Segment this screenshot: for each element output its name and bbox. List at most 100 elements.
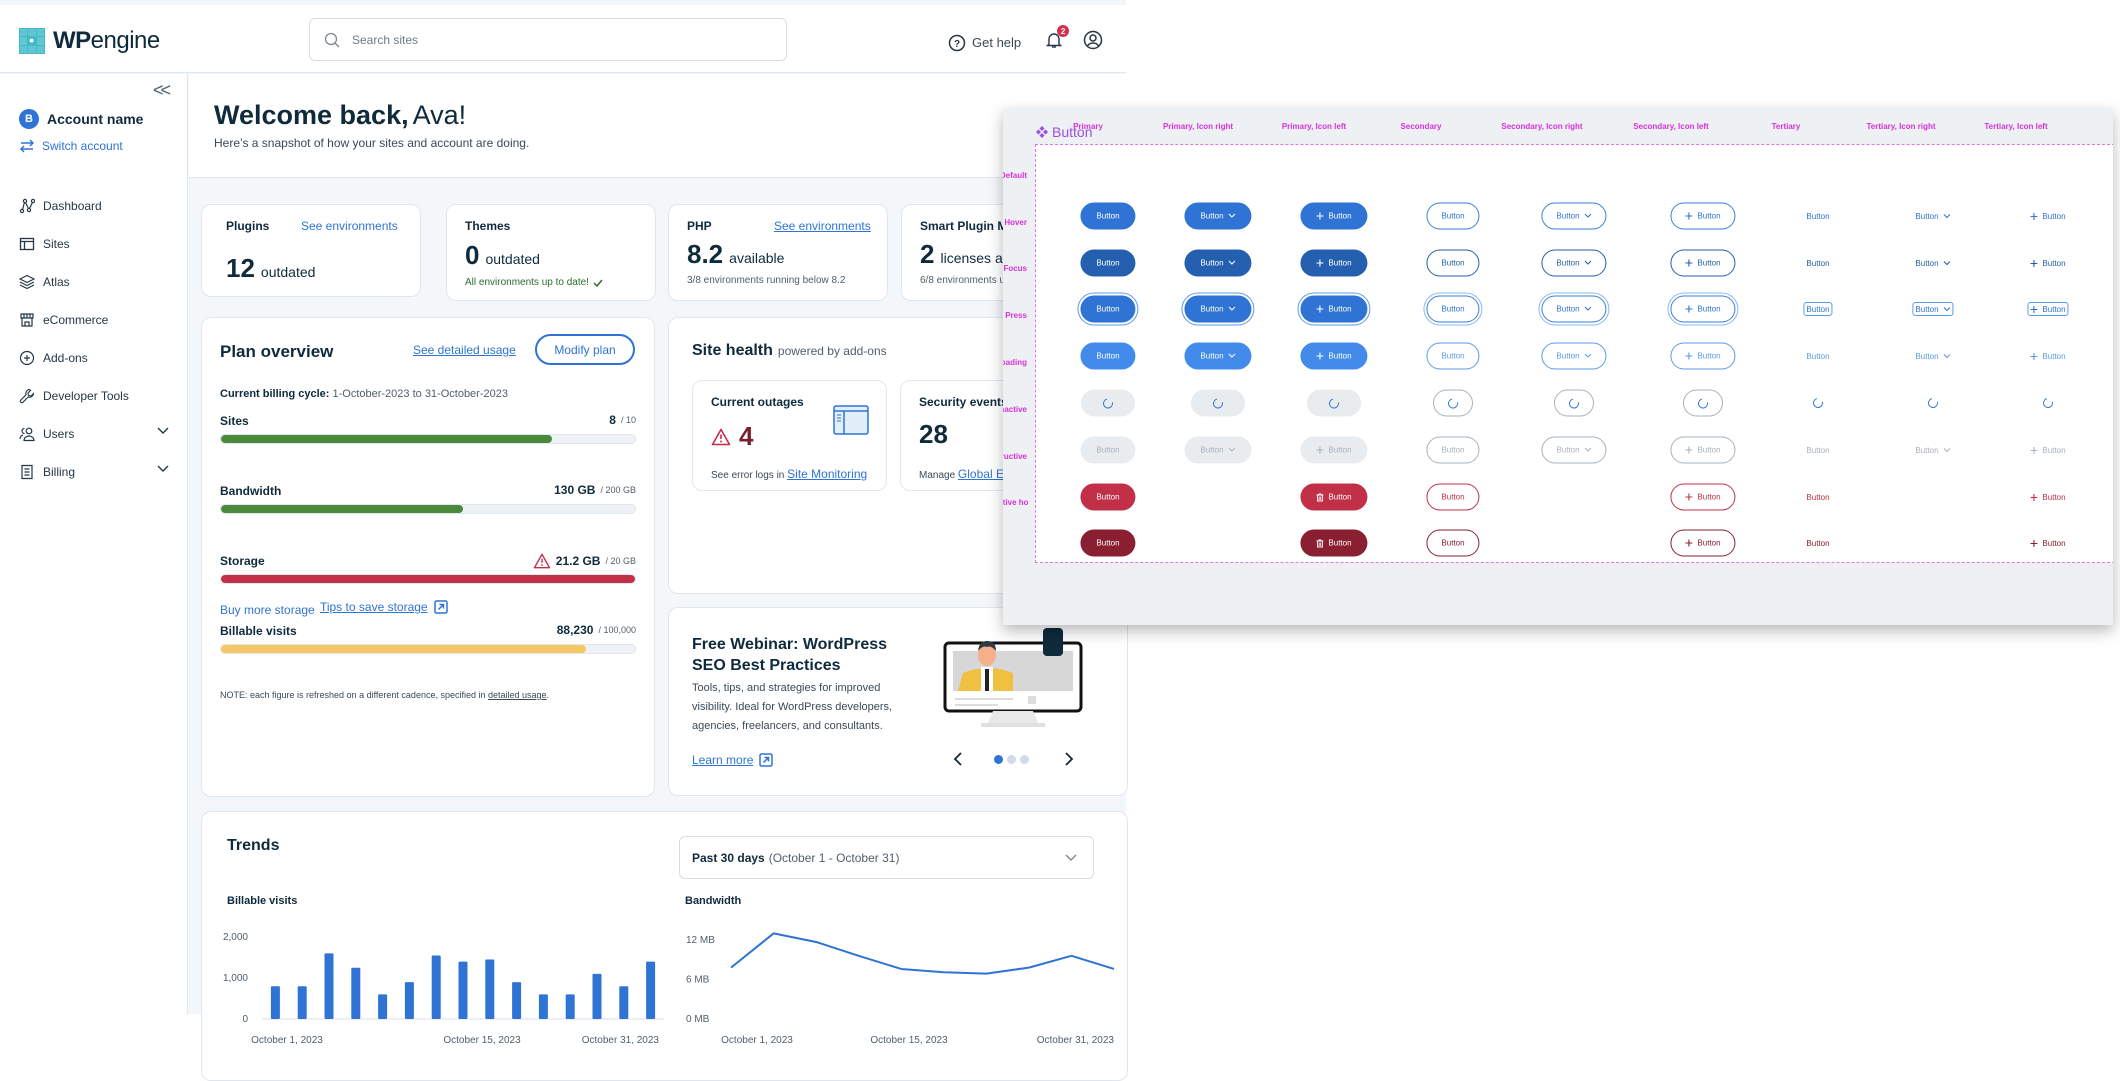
- tips-save-storage-link[interactable]: Tips to save storage: [320, 600, 448, 614]
- sample-button-tertiary-default[interactable]: Button: [1804, 209, 1831, 223]
- collapse-sidebar-button[interactable]: <<: [153, 80, 168, 101]
- sample-button-tertiary-hover[interactable]: Button: [1804, 256, 1831, 270]
- plugins-see-environments-link[interactable]: See environments: [301, 219, 398, 233]
- sample-button-primary-destructive-hover[interactable]: Button: [1080, 530, 1135, 557]
- sample-button-tertiary-icon-left-default[interactable]: Button: [2028, 209, 2067, 223]
- sample-button-tertiary-icon-right-press[interactable]: Button: [1913, 349, 1952, 363]
- sidebar-item-developer-tools[interactable]: Developer Tools: [19, 377, 169, 415]
- sample-button-tertiary-focus[interactable]: Button: [1803, 302, 1832, 316]
- sample-button-secondary-icon-right-hover[interactable]: Button: [1541, 250, 1606, 277]
- sample-button-secondary-icon-left-destructive[interactable]: Button: [1670, 484, 1735, 511]
- sample-button-primary-icon-left-loading[interactable]: [1307, 390, 1361, 417]
- sample-button-secondary-icon-right-press[interactable]: Button: [1541, 343, 1606, 370]
- webinar-learn-more-link[interactable]: Learn more: [692, 753, 773, 767]
- search-sites-field[interactable]: [309, 18, 787, 61]
- sample-button-secondary-destructive-hover[interactable]: Button: [1426, 530, 1479, 557]
- sample-button-primary-inactive[interactable]: Button: [1080, 437, 1135, 464]
- sample-button-secondary-icon-left-default[interactable]: Button: [1670, 203, 1735, 230]
- switch-account-link[interactable]: Switch account: [19, 139, 123, 153]
- sample-button-secondary-icon-right-loading[interactable]: [1554, 390, 1594, 417]
- carousel-dot[interactable]: [1007, 755, 1016, 764]
- sample-button-primary-loading[interactable]: [1081, 390, 1135, 417]
- sample-button-tertiary-icon-right-loading[interactable]: [1926, 396, 1940, 410]
- sidebar-item-sites[interactable]: Sites: [19, 225, 169, 263]
- sample-button-secondary-press[interactable]: Button: [1426, 343, 1479, 370]
- sample-button-primary-icon-right-focus[interactable]: Button: [1184, 296, 1251, 323]
- sample-button-tertiary-icon-right-hover[interactable]: Button: [1913, 256, 1952, 270]
- sample-button-secondary-icon-left-hover[interactable]: Button: [1670, 250, 1735, 277]
- sample-button-secondary-inactive[interactable]: Button: [1426, 437, 1479, 464]
- sample-button-secondary-icon-left-inactive[interactable]: Button: [1670, 437, 1735, 464]
- sample-button-tertiary-icon-left-hover[interactable]: Button: [2028, 256, 2067, 270]
- sample-button-tertiary-icon-left-destructive[interactable]: Button: [2028, 490, 2067, 504]
- sample-button-tertiary-icon-left-loading[interactable]: [2041, 396, 2055, 410]
- sample-button-tertiary-icon-left-inactive[interactable]: Button: [2028, 443, 2067, 457]
- sample-button-primary-icon-right-press[interactable]: Button: [1184, 343, 1251, 370]
- sidebar-item-ecommerce[interactable]: eCommerce: [19, 301, 169, 339]
- sidebar-item-add-ons[interactable]: Add-ons: [19, 339, 169, 377]
- sample-button-tertiary-inactive[interactable]: Button: [1804, 443, 1831, 457]
- sample-button-primary-icon-right-default[interactable]: Button: [1184, 203, 1251, 230]
- sample-button-secondary-icon-left-focus[interactable]: Button: [1670, 296, 1735, 323]
- sample-button-primary-destructive[interactable]: Button: [1080, 484, 1135, 511]
- profile-button[interactable]: [1083, 30, 1103, 55]
- get-help-button[interactable]: ? Get help: [948, 34, 1021, 52]
- sample-button-primary-icon-right-hover[interactable]: Button: [1184, 250, 1251, 277]
- search-input[interactable]: [352, 33, 752, 47]
- see-detailed-usage-link[interactable]: See detailed usage: [413, 343, 516, 357]
- sample-button-tertiary-icon-right-inactive[interactable]: Button: [1913, 443, 1952, 457]
- modify-plan-button[interactable]: Modify plan: [535, 334, 635, 365]
- carousel-dot[interactable]: [1020, 755, 1029, 764]
- sample-button-primary-icon-left-hover[interactable]: Button: [1300, 250, 1367, 277]
- sample-button-secondary-focus[interactable]: Button: [1426, 296, 1479, 323]
- sample-button-tertiary-icon-left-focus[interactable]: Button: [2027, 302, 2068, 316]
- sample-button-primary-icon-left-destructive[interactable]: Button: [1300, 484, 1367, 511]
- sample-button-primary-hover[interactable]: Button: [1080, 250, 1135, 277]
- php-see-environments-link[interactable]: See environments: [774, 219, 871, 233]
- sample-button-secondary-icon-right-inactive[interactable]: Button: [1541, 437, 1606, 464]
- x-tick-label: October 1, 2023: [721, 1035, 793, 1046]
- sample-button-primary-icon-left-destructive-hover[interactable]: Button: [1300, 530, 1367, 557]
- sample-button-primary-icon-left-focus[interactable]: Button: [1300, 296, 1367, 323]
- sample-button-primary-icon-right-inactive[interactable]: Button: [1184, 437, 1251, 464]
- sample-button-tertiary-icon-right-default[interactable]: Button: [1913, 209, 1952, 223]
- detailed-usage-link[interactable]: detailed usage: [488, 690, 547, 700]
- sample-button-primary-icon-right-loading[interactable]: [1191, 390, 1245, 417]
- sidebar-item-atlas[interactable]: Atlas: [19, 263, 169, 301]
- wp-engine-logo[interactable]: WPengine: [19, 27, 160, 55]
- carousel-next-button[interactable]: [1064, 752, 1074, 771]
- carousel-prev-button[interactable]: [953, 752, 963, 771]
- sample-button-tertiary-press[interactable]: Button: [1804, 349, 1831, 363]
- sample-button-secondary-destructive[interactable]: Button: [1426, 484, 1479, 511]
- sidebar-item-users[interactable]: Users: [19, 415, 169, 453]
- sample-button-secondary-hover[interactable]: Button: [1426, 250, 1479, 277]
- site-monitoring-link[interactable]: Site Monitoring: [787, 467, 867, 481]
- sample-button-secondary-loading[interactable]: [1433, 390, 1473, 417]
- sample-button-primary-icon-left-default[interactable]: Button: [1300, 203, 1367, 230]
- sample-button-primary-icon-left-press[interactable]: Button: [1300, 343, 1367, 370]
- sample-button-secondary-icon-left-loading[interactable]: [1683, 390, 1723, 417]
- sample-button-tertiary-icon-left-destructive-hover[interactable]: Button: [2028, 536, 2067, 550]
- sample-button-tertiary-destructive-hover[interactable]: Button: [1804, 536, 1831, 550]
- sample-button-tertiary-icon-left-press[interactable]: Button: [2028, 349, 2067, 363]
- carousel-dot[interactable]: [994, 755, 1003, 764]
- sample-button-primary-default[interactable]: Button: [1080, 203, 1135, 230]
- date-range-select[interactable]: Past 30 days (October 1 - October 31): [679, 836, 1094, 879]
- account-selector[interactable]: B Account name: [19, 109, 143, 129]
- sample-button-secondary-icon-left-press[interactable]: Button: [1670, 343, 1735, 370]
- sidebar-item-dashboard[interactable]: Dashboard: [19, 187, 169, 225]
- sample-button-primary-icon-left-inactive[interactable]: Button: [1300, 437, 1367, 464]
- sample-button-primary-press[interactable]: Button: [1080, 343, 1135, 370]
- buy-more-storage-link[interactable]: Buy more storage: [220, 603, 315, 617]
- sample-button-secondary-icon-right-default[interactable]: Button: [1541, 203, 1606, 230]
- sample-button-secondary-icon-left-destructive-hover[interactable]: Button: [1670, 530, 1735, 557]
- x-tick-label: October 1, 2023: [251, 1035, 323, 1046]
- sample-button-secondary-default[interactable]: Button: [1426, 203, 1479, 230]
- notifications-button[interactable]: 2: [1045, 31, 1063, 54]
- sample-button-primary-focus[interactable]: Button: [1080, 296, 1135, 323]
- sample-button-tertiary-loading[interactable]: [1811, 396, 1825, 410]
- sample-button-secondary-icon-right-focus[interactable]: Button: [1541, 296, 1606, 323]
- sample-button-tertiary-icon-right-focus[interactable]: Button: [1912, 302, 1953, 316]
- sidebar-item-billing[interactable]: Billing: [19, 453, 169, 491]
- sample-button-tertiary-destructive[interactable]: Button: [1804, 490, 1831, 504]
